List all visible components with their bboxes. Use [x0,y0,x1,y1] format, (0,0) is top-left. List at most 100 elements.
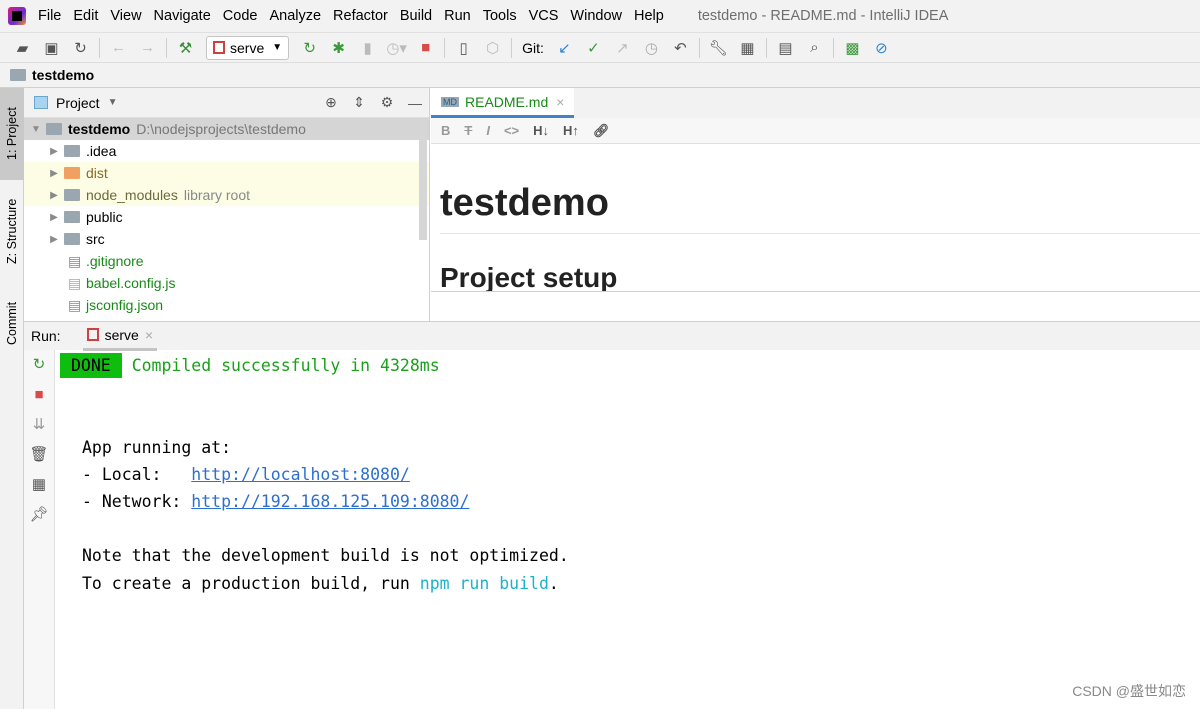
build-hammer-icon[interactable]: ⚒ [171,39,200,57]
close-icon[interactable]: × [145,327,153,343]
menu-run[interactable]: Run [444,8,471,24]
tree-item-label: .idea [86,143,117,159]
minimize-icon[interactable]: — [401,95,429,111]
profile-icon[interactable]: ◷▾ [382,39,411,57]
open-folder-icon[interactable]: ▰ [8,39,37,57]
tree-item[interactable]: ▶ dist [24,162,429,184]
project-structure-icon[interactable]: ▦ [733,39,762,57]
preview-heading-1: testdemo [440,182,1200,234]
rollback-icon[interactable]: ↶ [666,39,695,57]
expanded-arrow-icon[interactable]: ▼ [26,124,46,135]
tree-item[interactable]: ▤ babel.config.js [24,272,429,294]
collapsed-arrow-icon[interactable]: ▶ [44,146,64,157]
tree-item[interactable]: ▶ src [24,228,429,250]
tree-item[interactable]: ▶ .idea [24,140,429,162]
scrollbar[interactable] [419,120,427,240]
search-icon[interactable]: ⌕ [800,39,829,56]
chevron-down-icon[interactable]: ▼ [108,97,118,108]
editor-panel: MD README.md × B T I <> H↓ H↑ 🔗︎ testdem… [431,88,1200,321]
debug-bug-icon[interactable]: ✱ [324,39,353,57]
tool-tab-commit[interactable]: Commit [0,288,24,358]
menu-window[interactable]: Window [570,8,622,24]
close-icon[interactable]: × [556,94,564,110]
run-config-label: serve [230,39,265,56]
run-label: Run: [31,328,61,344]
tool-tab-structure[interactable]: Z: Structure [0,186,24,276]
terminal-icon[interactable]: ▤ [771,39,800,57]
collapse-all-icon[interactable]: ⇕ [345,94,373,111]
pin-icon[interactable]: 📌︎ [24,500,54,530]
bold-button[interactable]: B [441,123,450,138]
tree-item[interactable]: ▶ node_modules library root [24,184,429,206]
menu-analyze[interactable]: Analyze [269,8,321,24]
tree-item[interactable]: ▤ .gitignore [24,250,429,272]
layout-icon[interactable]: ▦ [24,470,54,500]
rerun-icon[interactable]: ↻ [295,39,324,57]
menu-file[interactable]: File [38,8,61,24]
git-update-icon[interactable]: ↙ [550,39,579,57]
header-down-button[interactable]: H↓ [533,123,549,138]
history-icon[interactable]: ◷ [637,39,666,57]
run-config-select[interactable]: serve ▼ [206,35,290,60]
menu-edit[interactable]: Edit [73,8,98,24]
collapsed-arrow-icon[interactable]: ▶ [44,190,64,201]
scroll-to-end-icon[interactable]: ⇊ [24,410,54,440]
collapsed-arrow-icon[interactable]: ▶ [44,168,64,179]
power-save-icon[interactable]: ⊘ [867,39,896,57]
menu-refactor[interactable]: Refactor [333,8,388,24]
console-line: App running at: [82,438,232,457]
git-push-icon[interactable]: ↗ [608,39,637,57]
menu-build[interactable]: Build [400,8,432,24]
menu-help[interactable]: Help [634,8,664,24]
menu-code[interactable]: Code [223,8,258,24]
locate-icon[interactable]: ⊕ [317,94,345,111]
link-icon[interactable]: 🔗︎ [593,123,610,139]
tool-tab-project[interactable]: 1: Project [0,88,24,180]
stop-icon[interactable]: ■ [411,39,440,56]
tree-root[interactable]: ▼ testdemo D:\nodejsprojects\testdemo [24,118,429,140]
header-up-button[interactable]: H↑ [563,123,579,138]
activity-monitor-icon[interactable]: ▩ [838,39,867,57]
menu-tools[interactable]: Tools [483,8,517,24]
italic-button[interactable]: I [486,123,490,138]
git-commit-icon[interactable]: ✓ [579,39,608,57]
trash-icon[interactable]: 🗑︎ [24,440,54,470]
project-panel: Project ▼ ⊕ ⇕ ⚙ — ▼ testdemo D:\nodejspr… [24,88,430,321]
preview-heading-2: Project setup [440,262,618,292]
breadcrumb-project[interactable]: testdemo [32,67,94,83]
tree-item[interactable]: ▤ jsconfig.json [24,294,429,316]
folder-icon [64,145,80,157]
save-icon[interactable]: ▣ [37,39,66,57]
tree-item-label: .gitignore [86,253,144,269]
tree-item[interactable]: ▶ public [24,206,429,228]
gear-icon[interactable]: ⚙ [373,94,401,111]
strikethrough-button[interactable]: T [464,123,472,138]
settings-wrench-icon[interactable]: 🔧︎ [704,39,733,57]
deploy-icon[interactable]: ⬡ [478,39,507,57]
markdown-toolbar: B T I <> H↓ H↑ 🔗︎ [431,118,1200,144]
coverage-icon[interactable]: ▮ [353,39,382,57]
stop-icon[interactable]: ■ [24,380,54,410]
network-url-link[interactable]: http://192.168.125.109:8080/ [191,492,469,511]
rerun-icon[interactable]: ↻ [24,350,54,380]
project-view-select[interactable]: Project [56,95,100,111]
local-label: - Local: [82,465,192,484]
tab-readme[interactable]: MD README.md × [431,88,575,118]
json-file-icon: ▤ [68,296,82,313]
collapsed-arrow-icon[interactable]: ▶ [44,234,64,245]
local-url-link[interactable]: http://localhost:8080/ [191,465,410,484]
tool-tab-label: Z: Structure [5,198,19,264]
menu-vcs[interactable]: VCS [529,8,559,24]
code-button[interactable]: <> [504,123,519,138]
console-output: DONE Compiled successfully in 4328ms App… [60,350,1200,709]
sync-icon[interactable]: ↻ [66,39,95,57]
menu-view[interactable]: View [110,8,141,24]
collapsed-arrow-icon[interactable]: ▶ [44,212,64,223]
back-icon[interactable]: ← [104,39,133,56]
root-name: testdemo [68,121,131,137]
menu-navigate[interactable]: Navigate [154,8,211,24]
device-icon[interactable]: ▯ [449,39,478,57]
run-tab-serve[interactable]: serve × [82,322,157,351]
forward-icon[interactable]: → [133,39,162,56]
tab-label: README.md [465,93,549,110]
